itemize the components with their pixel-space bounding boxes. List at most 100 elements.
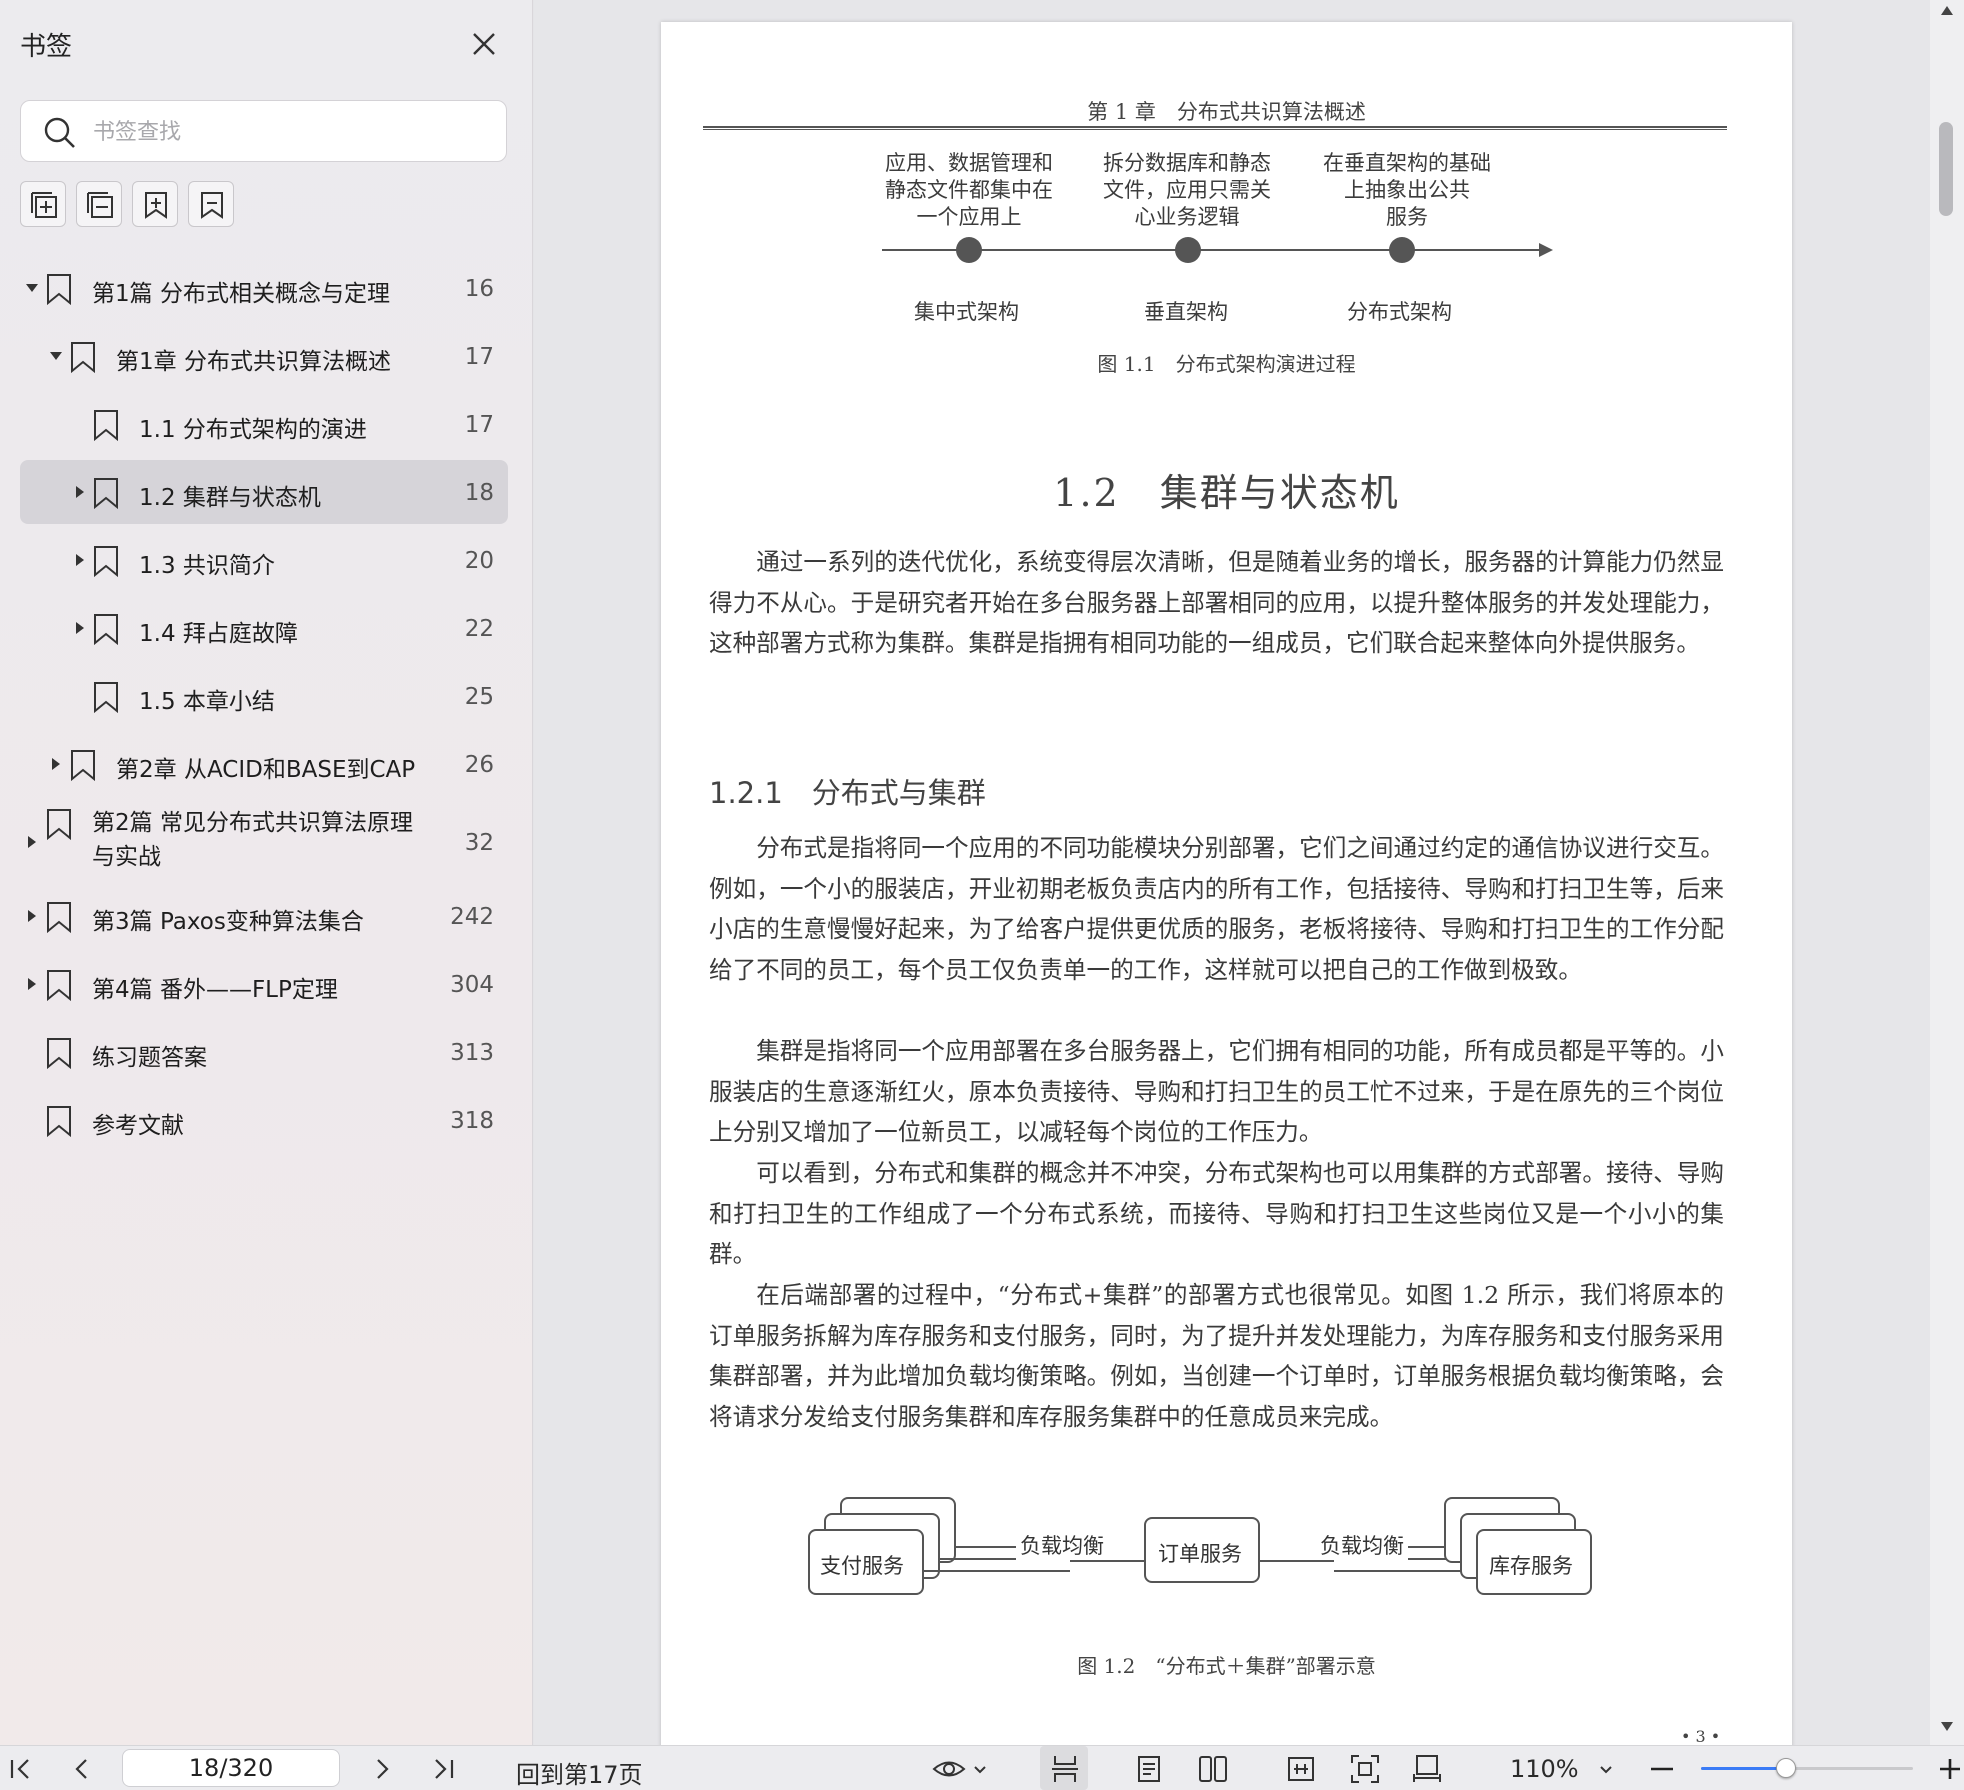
payment-service-label: 支付服务: [820, 1554, 904, 1578]
page-number-input[interactable]: 18/320: [122, 1749, 340, 1787]
scroll-down-icon[interactable]: [1941, 1722, 1953, 1731]
bookmark-icon: [47, 274, 71, 305]
connector-line: [924, 1570, 1070, 1572]
bookmark-item[interactable]: 1.1 分布式架构的演进 17: [20, 392, 508, 456]
presentation-icon[interactable]: [1410, 1752, 1444, 1786]
expand-all-icon[interactable]: [20, 181, 66, 227]
zoom-out-icon[interactable]: [1648, 1752, 1676, 1786]
bookmark-search[interactable]: [20, 100, 507, 162]
expand-caret-icon[interactable]: [28, 978, 36, 990]
figure-stage-description: 应用、数据管理和 静态文件都集中在 一个应用上: [885, 151, 1053, 229]
close-icon[interactable]: [468, 28, 500, 60]
bookmark-label: 1.2 集群与状态机: [139, 485, 321, 511]
paragraph: 分布式是指将同一个应用的不同功能模块分别部署，它们之间通过约定的通信协议进行交互…: [709, 834, 1724, 984]
timeline-dot: [1175, 237, 1201, 263]
timeline-arrow: [1539, 243, 1553, 257]
bookmark-icon: [94, 546, 118, 577]
bookmark-label: 第1章 分布式共识算法概述: [116, 349, 391, 375]
zoom-slider-fill: [1701, 1767, 1786, 1770]
last-page-icon[interactable]: [430, 1752, 458, 1786]
bookmark-item[interactable]: 参考文献 318: [20, 1088, 508, 1152]
expand-caret-icon[interactable]: [76, 486, 84, 498]
remove-bookmark-icon[interactable]: [188, 181, 234, 227]
order-service-label: 订单服务: [1158, 1542, 1242, 1566]
bookmark-item[interactable]: 第3篇 Paxos变种算法集合 242: [20, 884, 508, 948]
bookmark-icon: [94, 410, 118, 441]
paragraph: 可以看到，分布式和集群的概念并不冲突，分布式架构也可以用集群的方式部署。接待、导…: [709, 1159, 1724, 1269]
bookmark-label: 1.3 共识简介: [139, 553, 275, 579]
zoom-level[interactable]: 110%: [1510, 1755, 1579, 1783]
collapse-caret-icon[interactable]: [26, 284, 38, 292]
eye-icon[interactable]: [932, 1752, 966, 1786]
bookmark-item[interactable]: 第1篇 分布式相关概念与定理 16: [20, 256, 508, 320]
timeline-label: 集中式架构: [914, 300, 1019, 324]
bookmark-item[interactable]: 1.5 本章小结 25: [20, 664, 508, 728]
bookmark-item[interactable]: 第1章 分布式共识算法概述 17: [20, 324, 508, 388]
document-page: 第 1 章 分布式共识算法概述 应用、数据管理和 静态文件都集中在 一个应用上 …: [661, 22, 1792, 1745]
timeline-dot: [956, 237, 982, 263]
bookmark-item[interactable]: 第2篇 常见分布式共识算法原理与实战 32: [20, 800, 508, 884]
bookmark-label: 第2章 从ACID和BASE到CAP: [116, 757, 416, 783]
document-viewport[interactable]: 第 1 章 分布式共识算法概述 应用、数据管理和 静态文件都集中在 一个应用上 …: [534, 0, 1930, 1745]
bookmark-item[interactable]: 第4篇 番外——FLP定理 304: [20, 952, 508, 1016]
connector-line: [1334, 1570, 1476, 1572]
expand-caret-icon[interactable]: [76, 554, 84, 566]
bookmark-search-input[interactable]: [93, 113, 483, 151]
bookmark-page: 26: [464, 752, 494, 778]
expand-caret-icon[interactable]: [28, 836, 36, 848]
chevron-down-icon[interactable]: [972, 1752, 988, 1786]
continuous-scroll-icon[interactable]: [1048, 1752, 1082, 1786]
bookmark-icon: [47, 809, 71, 840]
bookmark-label: 1.4 拜占庭故障: [139, 621, 298, 647]
bookmark-page: 318: [450, 1108, 494, 1134]
expand-caret-icon[interactable]: [52, 758, 60, 770]
bookmark-page: 304: [450, 972, 494, 998]
two-page-icon[interactable]: [1196, 1752, 1230, 1786]
scroll-thumb[interactable]: [1939, 122, 1953, 216]
bookmark-page: 18: [464, 480, 494, 506]
chevron-down-icon[interactable]: [1598, 1752, 1614, 1786]
figure-stage-description: 拆分数据库和静态 文件，应用只需关 心业务逻辑: [1103, 151, 1271, 229]
bookmark-item[interactable]: 练习题答案 313: [20, 1020, 508, 1084]
bookmark-page: 25: [464, 684, 494, 710]
paragraph: 在后端部署的过程中，“分布式+集群”的部署方式也很常见。如图 1.2 所示，我们…: [709, 1281, 1724, 1431]
bookmark-label: 第2篇 常见分布式共识算法原理与实战: [92, 810, 413, 870]
fit-width-icon[interactable]: [1284, 1752, 1318, 1786]
bookmark-item[interactable]: 1.4 拜占庭故障 22: [20, 596, 508, 660]
back-to-page-link[interactable]: 回到第17页: [516, 1755, 643, 1790]
fit-page-icon[interactable]: [1348, 1752, 1382, 1786]
bookmark-icon: [47, 1106, 71, 1137]
vertical-scrollbar[interactable]: [1930, 0, 1964, 1745]
bookmark-icon: [94, 682, 118, 713]
bookmark-page: 313: [450, 1040, 494, 1066]
bookmark-icon: [94, 478, 118, 509]
collapse-caret-icon[interactable]: [50, 352, 62, 360]
bookmark-icon: [71, 750, 95, 781]
bookmark-icon: [47, 902, 71, 933]
first-page-icon[interactable]: [6, 1752, 34, 1786]
bookmark-label: 1.1 分布式架构的演进: [139, 417, 367, 443]
add-bookmark-icon[interactable]: [132, 181, 178, 227]
bookmark-icon: [71, 342, 95, 373]
subsection-title: 1.2.1 分布式与集群: [709, 776, 986, 810]
paragraph: 集群是指将同一个应用部署在多台服务器上，它们拥有相同的功能，所有成员都是平等的。…: [709, 1037, 1724, 1147]
prev-page-icon[interactable]: [68, 1752, 96, 1786]
inventory-service-label: 库存服务: [1489, 1554, 1573, 1578]
bookmark-item[interactable]: 1.3 共识简介 20: [20, 528, 508, 592]
expand-caret-icon[interactable]: [28, 910, 36, 922]
expand-caret-icon[interactable]: [76, 622, 84, 634]
zoom-slider-knob[interactable]: [1775, 1758, 1796, 1778]
bookmark-page: 16: [464, 276, 494, 302]
scroll-up-icon[interactable]: [1941, 6, 1953, 15]
bookmark-label: 第1篇 分布式相关概念与定理: [92, 281, 390, 307]
collapse-all-icon[interactable]: [76, 181, 122, 227]
zoom-in-icon[interactable]: [1938, 1752, 1962, 1786]
single-page-icon[interactable]: [1132, 1752, 1166, 1786]
next-page-icon[interactable]: [368, 1752, 396, 1786]
bookmark-item-selected[interactable]: 1.2 集群与状态机 18: [20, 460, 508, 524]
bookmark-item[interactable]: 第2章 从ACID和BASE到CAP 26: [20, 732, 508, 796]
timeline-label: 分布式架构: [1347, 300, 1452, 324]
bookmark-label: 第4篇 番外——FLP定理: [92, 977, 338, 1003]
load-balancer-label: 负载均衡: [1316, 1530, 1408, 1560]
bottom-toolbar: 18/320 回到第17页 110%: [0, 1745, 1964, 1790]
